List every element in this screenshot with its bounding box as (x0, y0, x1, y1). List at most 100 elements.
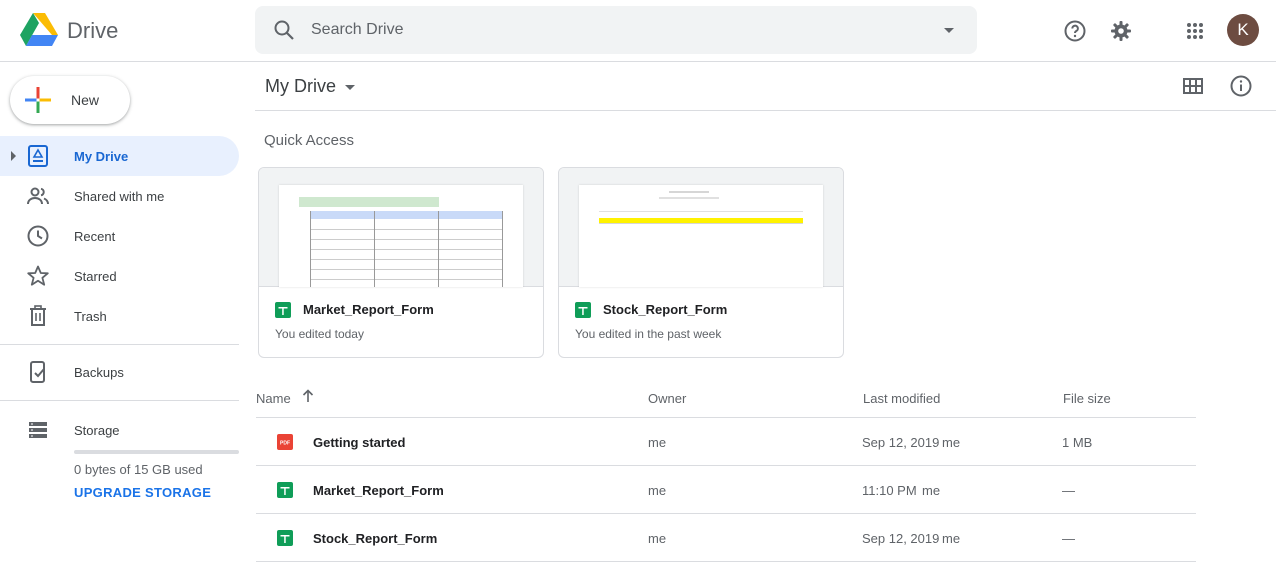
file-name: Stock_Report_Form (313, 531, 438, 546)
my-drive-icon (28, 145, 48, 167)
apps-button[interactable] (1178, 14, 1212, 48)
sidebar-item-label: My Drive (74, 149, 129, 164)
sidebar-divider (0, 400, 239, 401)
avatar[interactable]: K (1227, 14, 1259, 46)
sidebar-item-label: Storage (74, 423, 120, 438)
pdf-icon: PDF (277, 434, 293, 450)
sidebar-item-label: Shared with me (74, 189, 165, 204)
storage-used-text: 0 bytes of 15 GB used (74, 462, 203, 477)
file-name: Market_Report_Form (313, 483, 444, 498)
search-bar[interactable] (255, 6, 977, 54)
file-thumbnail (259, 168, 543, 287)
page-title[interactable]: My Drive (265, 76, 336, 97)
trash-icon (30, 305, 46, 326)
sidebar-item-starred[interactable]: Starred (0, 256, 239, 296)
sidebar-item-my-drive[interactable]: My Drive (0, 136, 239, 176)
column-header-name[interactable]: Name (256, 391, 291, 406)
info-icon[interactable] (1229, 74, 1253, 98)
thumb-grid-line (599, 211, 803, 212)
storage-icon (29, 422, 47, 438)
thumbnail-page (579, 185, 823, 287)
table-row[interactable]: Market_Report_Form me 11:10 PM me — (256, 466, 1196, 514)
thumb-grid-line (310, 279, 502, 280)
quick-access-card[interactable]: Market_Report_Form You edited today (258, 167, 544, 358)
thumb-grid-line (310, 239, 502, 240)
thumb-subtitle-line (659, 197, 719, 199)
file-last-modified: 11:10 PM (862, 483, 917, 498)
thumb-grid-line (310, 249, 502, 250)
search-icon[interactable] (272, 18, 296, 42)
sidebar-item-label: Recent (74, 229, 116, 244)
thumb-grid-line (310, 229, 502, 230)
grid-view-icon[interactable] (1181, 74, 1205, 98)
drive-logo-icon[interactable] (20, 13, 58, 47)
main-toolbar: My Drive (255, 62, 1276, 111)
chevron-down-icon[interactable] (345, 85, 355, 90)
sidebar-item-label: Trash (74, 309, 107, 324)
file-last-modified: Sep 12, 2019 (862, 435, 940, 450)
app-title[interactable]: Drive (67, 18, 118, 44)
upgrade-storage-link[interactable]: UPGRADE STORAGE (74, 485, 211, 500)
sheets-icon (277, 530, 293, 546)
file-last-modified: Sep 12, 2019 (862, 531, 940, 546)
thumbnail-page (279, 185, 523, 287)
column-header-last-modified[interactable]: Last modified (863, 391, 940, 406)
sidebar-item-storage[interactable]: Storage (0, 410, 239, 450)
settings-button[interactable] (1104, 14, 1138, 48)
expand-arrow-icon[interactable] (11, 151, 16, 161)
thumb-header-row (310, 211, 502, 219)
search-input[interactable] (311, 14, 911, 46)
table-row[interactable]: Stock_Report_Form me Sep 12, 2019 me — (256, 514, 1196, 562)
quick-access-file-name: Stock_Report_Form (603, 302, 728, 317)
file-modified-by: me (942, 435, 961, 450)
storage-progress-bar (74, 450, 239, 454)
file-name: Getting started (313, 435, 406, 450)
file-modified-by: me (922, 483, 941, 498)
file-owner: me (648, 531, 667, 546)
column-header-file-size[interactable]: File size (1063, 391, 1111, 406)
sidebar-item-trash[interactable]: Trash (0, 296, 239, 336)
top-bar: Drive Search Drive K (0, 0, 1276, 62)
chevron-down-icon[interactable] (937, 18, 961, 42)
sort-ascending-icon[interactable] (300, 388, 316, 404)
sheets-icon (275, 302, 291, 318)
column-header-owner[interactable]: Owner (648, 391, 686, 406)
sheets-icon (575, 302, 591, 318)
quick-access-file-name: Market_Report_Form (303, 302, 434, 317)
sidebar-item-recent[interactable]: Recent (0, 216, 239, 256)
file-list-header: Name Owner Last modified File size (256, 380, 1196, 418)
sidebar-item-label: Starred (74, 269, 117, 284)
quick-access-subtitle: You edited in the past week (575, 327, 722, 341)
help-button[interactable] (1058, 14, 1092, 48)
thumb-grid-line (599, 223, 803, 224)
thumb-grid-line (502, 211, 503, 287)
svg-text:PDF: PDF (280, 441, 290, 447)
quick-access-subtitle: You edited today (275, 327, 364, 341)
clock-icon (27, 225, 49, 247)
new-button[interactable]: New (10, 76, 130, 124)
star-icon (27, 265, 49, 286)
quick-access-title: Quick Access (264, 132, 355, 149)
sheets-icon (277, 482, 293, 498)
file-size: — (1062, 531, 1075, 546)
thumb-header-cell (299, 197, 439, 207)
thumb-grid-line (310, 259, 502, 260)
sidebar-divider (0, 344, 239, 345)
table-row[interactable]: PDF Getting started me Sep 12, 2019 me 1… (256, 418, 1196, 466)
sidebar-item-shared-with-me[interactable]: Shared with me (0, 176, 239, 216)
sidebar-item-label: Backups (74, 365, 124, 380)
file-owner: me (648, 435, 667, 450)
file-thumbnail (559, 168, 843, 287)
sidebar-item-backups[interactable]: Backups (0, 352, 239, 392)
people-icon (27, 187, 49, 205)
gear-icon (1111, 21, 1131, 41)
quick-access-card[interactable]: Stock_Report_Form You edited in the past… (558, 167, 844, 358)
thumb-title-line (669, 191, 709, 193)
backup-device-icon (30, 361, 45, 383)
help-icon (1064, 20, 1086, 42)
new-button-label: New (71, 92, 100, 108)
file-size: — (1062, 483, 1075, 498)
apps-grid-icon (1187, 23, 1203, 39)
file-owner: me (648, 483, 667, 498)
plus-icon (25, 87, 51, 113)
